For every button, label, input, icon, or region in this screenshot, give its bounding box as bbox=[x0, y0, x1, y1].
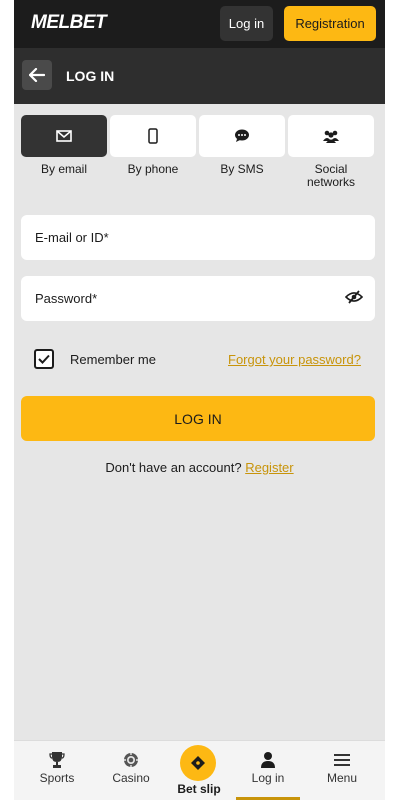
tab-by-email-label: By email bbox=[40, 162, 87, 176]
page-title: LOG IN bbox=[66, 68, 115, 84]
envelope-icon bbox=[56, 130, 72, 142]
sub-header: LOG IN bbox=[14, 48, 385, 104]
no-account-text: Don't have an account? bbox=[105, 460, 242, 475]
login-submit-button[interactable]: LOG IN bbox=[21, 396, 375, 441]
tab-social-networks[interactable]: Social networks bbox=[288, 115, 374, 193]
nav-betslip-label[interactable]: Bet slip bbox=[166, 782, 232, 796]
password-field[interactable]: Password* bbox=[21, 276, 375, 321]
remember-me-row: Remember me bbox=[34, 349, 156, 369]
email-field[interactable]: E-mail or ID* bbox=[21, 215, 375, 260]
register-link[interactable]: Register bbox=[245, 460, 293, 475]
chat-icon bbox=[235, 129, 249, 142]
tab-social-networks-label: Social networks bbox=[306, 162, 356, 189]
header-registration-button[interactable]: Registration bbox=[284, 6, 376, 41]
top-bar: MELBET Log in Registration bbox=[14, 0, 385, 48]
email-placeholder: E-mail or ID* bbox=[35, 230, 109, 245]
nav-item-menu[interactable]: Menu bbox=[305, 741, 379, 800]
app-frame: MELBET Log in Registration LOG IN By ema… bbox=[14, 0, 385, 800]
hamburger-menu-icon bbox=[333, 751, 351, 769]
login-method-tabs: By email By phone By SMS Social networks bbox=[21, 115, 375, 193]
tab-by-phone-label: By phone bbox=[127, 162, 179, 176]
phone-icon bbox=[148, 128, 158, 144]
nav-item-betslip[interactable] bbox=[180, 745, 216, 781]
nav-menu-label: Menu bbox=[326, 771, 358, 785]
user-icon bbox=[260, 751, 276, 769]
tab-by-email-box bbox=[21, 115, 107, 157]
nav-casino-label: Casino bbox=[112, 771, 150, 785]
tab-by-sms[interactable]: By SMS bbox=[199, 115, 285, 193]
nav-item-sports[interactable]: Sports bbox=[20, 741, 94, 800]
tab-by-phone[interactable]: By phone bbox=[110, 115, 196, 193]
eye-slash-icon[interactable] bbox=[344, 290, 364, 309]
nav-sports-label: Sports bbox=[39, 771, 75, 785]
arrow-left-icon bbox=[29, 68, 45, 82]
forgot-password-link[interactable]: Forgot your password? bbox=[228, 352, 361, 367]
tab-by-sms-label: By SMS bbox=[220, 162, 264, 176]
tab-by-phone-box bbox=[110, 115, 196, 157]
users-icon bbox=[323, 130, 339, 143]
password-placeholder: Password* bbox=[35, 291, 98, 306]
tab-social-networks-box bbox=[288, 115, 374, 157]
register-prompt: Don't have an account? Register bbox=[14, 460, 385, 475]
checkmark-icon bbox=[38, 354, 50, 364]
remember-me-label[interactable]: Remember me bbox=[70, 352, 156, 367]
bottom-nav: Sports Casino Bet slip Log in Menu bbox=[14, 740, 385, 800]
tab-by-sms-box bbox=[199, 115, 285, 157]
ticket-icon bbox=[191, 756, 205, 770]
trophy-icon bbox=[49, 751, 65, 769]
back-button[interactable] bbox=[22, 60, 52, 90]
header-login-button[interactable]: Log in bbox=[220, 6, 273, 41]
casino-chip-icon bbox=[123, 751, 139, 769]
nav-login-label: Log in bbox=[251, 771, 285, 785]
nav-item-casino[interactable]: Casino bbox=[94, 741, 168, 800]
tab-by-email[interactable]: By email bbox=[21, 115, 107, 193]
nav-item-login[interactable]: Log in bbox=[231, 741, 305, 800]
remember-me-checkbox[interactable] bbox=[34, 349, 54, 369]
brand-logo[interactable]: MELBET bbox=[31, 12, 107, 34]
